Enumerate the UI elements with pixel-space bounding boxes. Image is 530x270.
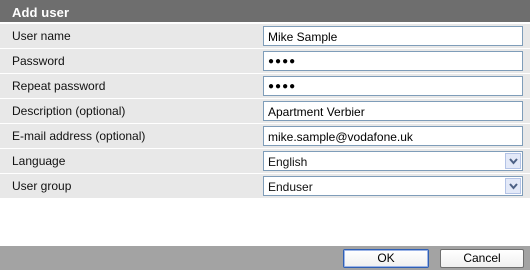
add-user-dialog: Add user User name Mike Sample Password … [0,0,530,270]
user-group-field-cell: Enduser [254,174,530,199]
repeat-password-label-cell: Repeat password [0,74,254,99]
chevron-down-icon [509,158,518,165]
cancel-button[interactable]: Cancel [440,249,524,268]
username-label: User name [12,29,71,43]
repeat-password-row: Repeat password ●●●● [0,74,530,99]
email-input[interactable]: mike.sample@vodafone.uk [263,126,523,146]
description-input[interactable]: Apartment Verbier [263,101,523,121]
repeat-password-input[interactable]: ●●●● [263,76,523,96]
password-mask: ●●●● [268,56,297,67]
chevron-down-icon [509,183,518,190]
password-row: Password ●●●● [0,49,530,74]
username-row: User name Mike Sample [0,24,530,49]
description-field-cell: Apartment Verbier [254,99,530,124]
username-input[interactable]: Mike Sample [263,26,523,46]
dialog-footer: OK Cancel [0,246,530,270]
language-dropdown-button[interactable] [505,153,521,169]
password-field-cell: ●●●● [254,49,530,74]
language-field-cell: English [254,149,530,174]
email-field-cell: mike.sample@vodafone.uk [254,124,530,149]
username-field-cell: Mike Sample [254,24,530,49]
description-label: Description (optional) [12,104,126,118]
email-row: E-mail address (optional) mike.sample@vo… [0,124,530,149]
email-label: E-mail address (optional) [12,129,146,143]
user-group-row: User group Enduser [0,174,530,199]
user-group-dropdown-button[interactable] [505,178,521,194]
user-group-label: User group [12,179,72,193]
user-group-selected-value: Enduser [268,180,313,194]
password-label-cell: Password [0,49,254,74]
ok-button[interactable]: OK [343,249,429,268]
repeat-password-label: Repeat password [12,79,106,93]
dialog-title: Add user [12,5,70,20]
description-label-cell: Description (optional) [0,99,254,124]
password-label: Password [12,54,65,68]
user-group-select[interactable]: Enduser [263,176,523,196]
email-label-cell: E-mail address (optional) [0,124,254,149]
repeat-password-mask: ●●●● [268,81,297,92]
repeat-password-field-cell: ●●●● [254,74,530,99]
language-select[interactable]: English [263,151,523,171]
language-row: Language English [0,149,530,174]
user-group-label-cell: User group [0,174,254,199]
username-label-cell: User name [0,24,254,49]
language-selected-value: English [268,155,308,169]
language-label: Language [12,154,66,168]
description-row: Description (optional) Apartment Verbier [0,99,530,124]
language-label-cell: Language [0,149,254,174]
dialog-header: Add user [0,0,530,24]
password-input[interactable]: ●●●● [263,51,523,71]
